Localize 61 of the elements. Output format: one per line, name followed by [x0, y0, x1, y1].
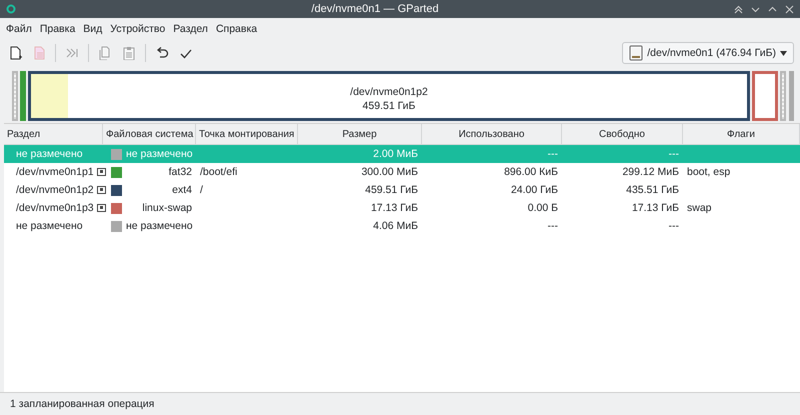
table-cell: 300.00 МиБ — [361, 166, 418, 178]
menu-item[interactable]: Раздел — [169, 22, 212, 34]
table-cell: 0.00 Б — [528, 202, 558, 214]
minimize-icon[interactable] — [751, 4, 760, 14]
table-cell: не размечено — [16, 220, 83, 232]
table-cell: не размечено — [126, 220, 193, 232]
column-header[interactable]: Файловая система — [103, 124, 196, 144]
table-cell: / — [200, 184, 203, 196]
menu-item[interactable]: Устройство — [106, 22, 170, 34]
table-cell: boot, esp — [687, 166, 730, 178]
table-cell: --- — [548, 148, 558, 160]
table-cell: /dev/nvme0n1p1 — [16, 166, 94, 178]
table-cell: 17.13 ГиБ — [370, 202, 418, 214]
table-cell: 896.00 КиБ — [504, 166, 558, 178]
table-cell: --- — [668, 148, 679, 160]
maximize-icon[interactable] — [768, 4, 777, 14]
device-selector[interactable]: /dev/nvme0n1 (476.94 ГиБ) — [622, 42, 794, 64]
undo-icon[interactable] — [155, 46, 169, 60]
menu-item[interactable]: Справка — [212, 22, 262, 34]
column-header[interactable]: Свободно — [562, 124, 683, 144]
table-cell-text: ext4 — [171, 184, 192, 196]
table-cell: --- — [548, 220, 558, 232]
table-cell: 299.12 МиБ — [622, 166, 679, 178]
close-icon[interactable] — [785, 4, 794, 14]
table-row[interactable]: /dev/nvme0n1p2 ext4 / 459.51 ГиБ 24.00 ГиБ 435.51 ГиБ — [4, 181, 800, 199]
window-title: /dev/nvme0n1 — GParted — [310, 3, 440, 15]
table-cell: не размечено — [126, 148, 193, 160]
segment-name: /dev/nvme0n1p2 — [350, 85, 428, 99]
table-cell: swap — [687, 202, 712, 214]
table-row[interactable]: не размечено не размечено 4.06 МиБ --- --- — [4, 217, 800, 235]
table-row[interactable]: /dev/nvme0n1p3 linux-swap 17.13 ГиБ 0.00 Б 17.13 ГиБ swap — [4, 199, 800, 217]
table-row[interactable]: /dev/nvme0n1p1 fat32 /boot/efi 300.00 МиБ 896.00 КиБ 299.12 МиБ boot, esp — [4, 163, 800, 181]
table-cell: 459.51 ГиБ — [365, 184, 418, 196]
table-cell: не размечено — [16, 148, 83, 160]
table-cell: /boot/efi — [200, 166, 238, 178]
partition-segment[interactable]: /dev/nvme0n1p2 459.51 ГиБ — [28, 71, 750, 121]
status-text: 1 запланированная операция — [10, 398, 154, 410]
menu-item[interactable]: Правка — [36, 22, 80, 34]
table-cell: 24.00 ГиБ — [510, 184, 558, 196]
column-header[interactable]: Точка монтирования — [196, 124, 298, 144]
menu-item[interactable]: Вид — [79, 22, 106, 34]
partition-segment[interactable] — [752, 71, 778, 121]
new-document-icon[interactable] — [8, 46, 22, 60]
column-header[interactable]: Размер — [298, 124, 422, 144]
table-cell: /dev/nvme0n1p2 — [16, 184, 94, 196]
segment-size: 459.51 ГиБ — [362, 99, 416, 113]
table-cell: 435.51 ГиБ — [626, 184, 679, 196]
table-cell-text: fat32 — [168, 166, 192, 178]
table-cell: --- — [668, 220, 679, 232]
column-header[interactable]: Раздел — [4, 124, 103, 144]
table-cell-text: linux-swap — [141, 202, 192, 214]
keep-above-icon[interactable] — [734, 4, 743, 14]
column-header[interactable]: Флаги — [683, 124, 800, 144]
table-cell: /dev/nvme0n1p3 — [16, 202, 94, 214]
table-cell: 4.06 МиБ — [373, 220, 418, 232]
column-header[interactable]: Использовано — [422, 124, 562, 144]
app-icon — [6, 4, 16, 14]
table-cell: 2.00 МиБ — [373, 148, 418, 160]
table-cell: 17.13 ГиБ — [632, 202, 679, 214]
caret-icon — [780, 50, 787, 56]
menu-item[interactable]: Файл — [2, 22, 36, 34]
